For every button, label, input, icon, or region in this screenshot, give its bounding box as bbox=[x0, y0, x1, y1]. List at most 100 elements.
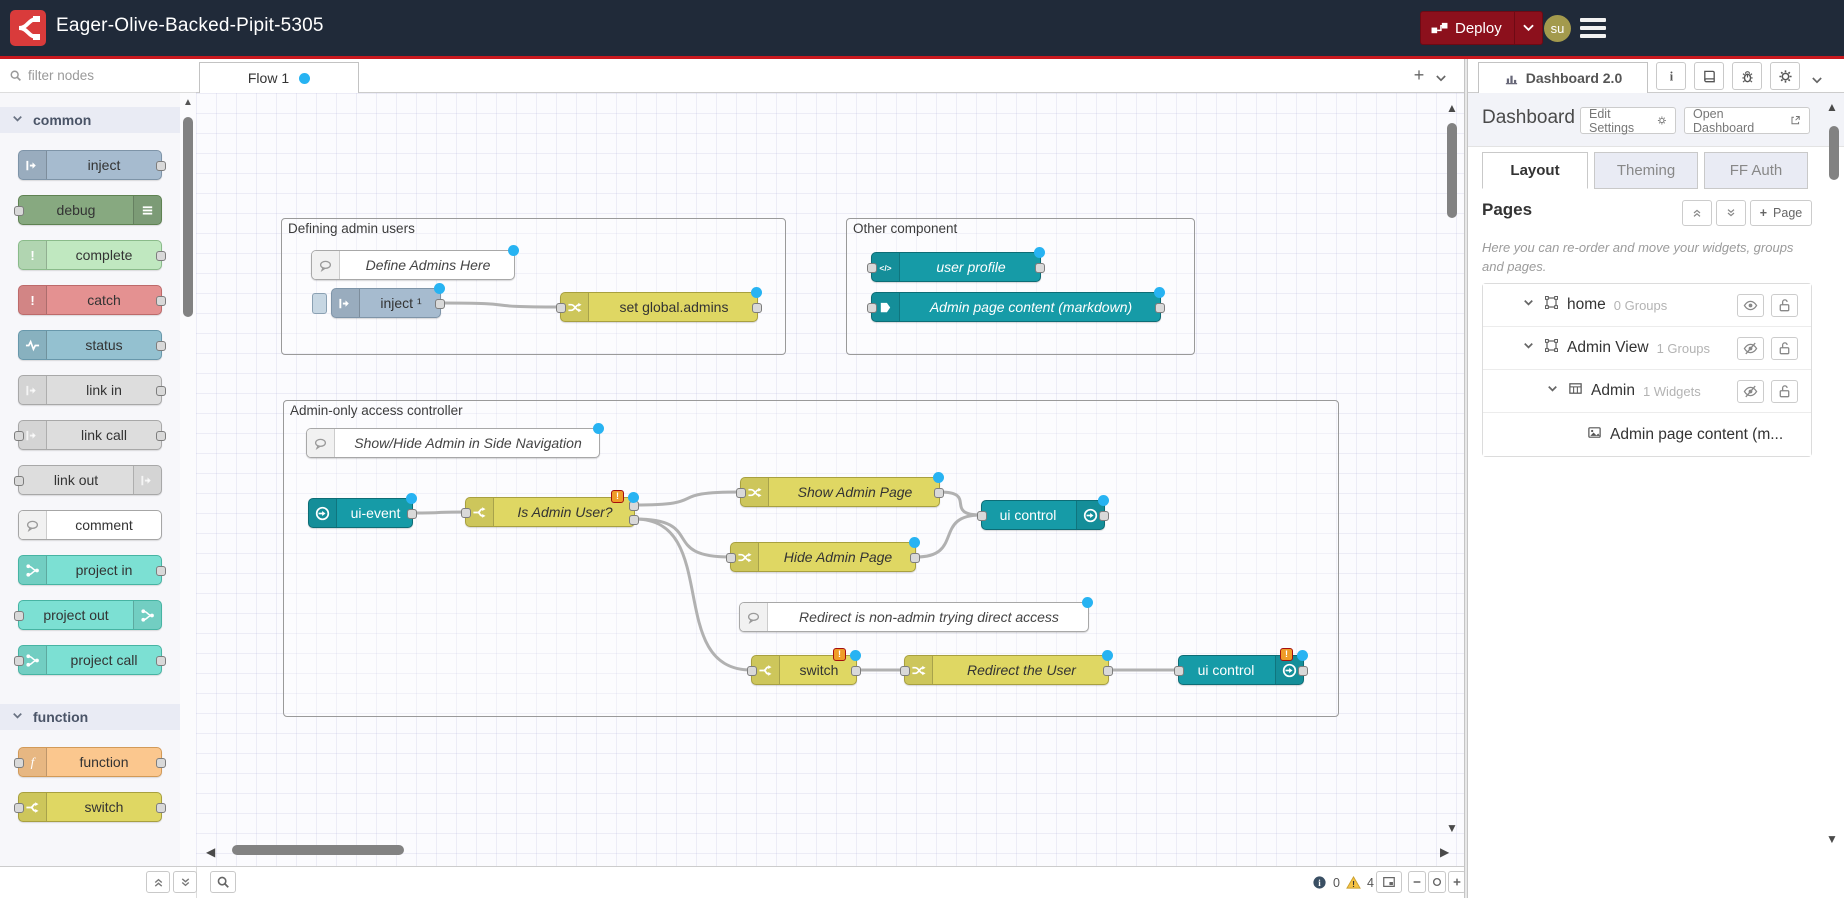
output-port[interactable] bbox=[435, 299, 445, 309]
input-port[interactable] bbox=[14, 611, 24, 621]
input-port[interactable] bbox=[556, 303, 566, 313]
sidebar-scroll-up-icon[interactable]: ▲ bbox=[1826, 100, 1838, 114]
inject-node[interactable]: inject ¹ bbox=[331, 288, 441, 318]
tree-row-home[interactable]: home0 Groups bbox=[1483, 284, 1811, 327]
redirect-the-user[interactable]: Redirect the User bbox=[904, 655, 1109, 685]
palette-node-catch[interactable]: !catch bbox=[18, 285, 162, 315]
output-port[interactable] bbox=[156, 296, 166, 306]
input-port[interactable] bbox=[14, 431, 24, 441]
main-menu-button[interactable] bbox=[1580, 18, 1606, 38]
canvas-scroll-right-icon[interactable]: ▶ bbox=[1440, 845, 1449, 859]
palette-node-debug[interactable]: debug bbox=[18, 195, 162, 225]
output-port[interactable] bbox=[752, 303, 762, 313]
output-port[interactable] bbox=[934, 488, 944, 498]
input-port[interactable] bbox=[461, 508, 471, 518]
input-port[interactable] bbox=[14, 803, 24, 813]
output-port[interactable] bbox=[156, 386, 166, 396]
output-port[interactable] bbox=[1035, 263, 1045, 273]
output-port[interactable] bbox=[156, 341, 166, 351]
user-profile[interactable]: </>user profile bbox=[871, 252, 1041, 282]
palette-node-complete[interactable]: !complete bbox=[18, 240, 162, 270]
ui-control-1[interactable]: ui control bbox=[981, 500, 1105, 530]
lock-toggle-button[interactable] bbox=[1771, 294, 1798, 317]
visibility-toggle-button[interactable] bbox=[1737, 337, 1764, 360]
zoom-out-button[interactable] bbox=[1408, 871, 1426, 893]
pages-collapse-all-button[interactable] bbox=[1682, 200, 1712, 226]
comment-show-hide[interactable]: Show/Hide Admin in Side Navigation bbox=[306, 428, 600, 458]
palette-search-input[interactable]: filter nodes bbox=[0, 59, 196, 93]
output-port[interactable] bbox=[1298, 666, 1308, 676]
input-port[interactable] bbox=[747, 666, 757, 676]
sid-config-tab[interactable] bbox=[1770, 62, 1800, 90]
input-port[interactable] bbox=[900, 666, 910, 676]
palette-node-project-out[interactable]: project out bbox=[18, 600, 162, 630]
chevron-down-icon[interactable] bbox=[1521, 338, 1536, 358]
output-port[interactable] bbox=[1099, 511, 1109, 521]
sid-info-tab[interactable]: i bbox=[1656, 62, 1686, 90]
palette-expand-all-button[interactable] bbox=[173, 871, 197, 893]
sid-help-tab[interactable] bbox=[1694, 62, 1724, 90]
output-port[interactable] bbox=[1103, 666, 1113, 676]
palette-node-project-in[interactable]: project in bbox=[18, 555, 162, 585]
ui-event[interactable]: ui-event bbox=[308, 498, 413, 528]
input-port[interactable] bbox=[14, 758, 24, 768]
output-port[interactable] bbox=[1155, 303, 1165, 313]
ui-control-2[interactable]: ui control! bbox=[1178, 655, 1304, 685]
visibility-toggle-button[interactable] bbox=[1737, 294, 1764, 317]
pages-expand-all-button[interactable] bbox=[1716, 200, 1746, 226]
group-defining-admin-users[interactable]: Defining admin users bbox=[281, 218, 786, 355]
tree-row-admin-view[interactable]: Admin View1 Groups bbox=[1483, 327, 1811, 370]
hide-admin-page[interactable]: Hide Admin Page bbox=[730, 542, 916, 572]
sidebar-scroll-down-icon[interactable]: ▼ bbox=[1826, 832, 1838, 846]
output-port-2[interactable] bbox=[629, 515, 639, 525]
canvas-scroll-up-icon[interactable]: ▲ bbox=[1446, 101, 1458, 115]
input-port[interactable] bbox=[14, 206, 24, 216]
sidebar-tabs-menu-button[interactable] bbox=[1812, 71, 1822, 89]
change-set-global-admins[interactable]: set global.admins bbox=[560, 292, 758, 322]
palette-scrollbar[interactable]: ▲ ▼ bbox=[180, 93, 196, 866]
deploy-button[interactable]: Deploy bbox=[1420, 11, 1543, 45]
canvas-search-button[interactable] bbox=[210, 871, 236, 893]
input-port[interactable] bbox=[736, 488, 746, 498]
tree-row-admin-page-content-m-[interactable]: Admin page content (m... bbox=[1483, 413, 1811, 456]
output-port[interactable] bbox=[156, 431, 166, 441]
canvas-hscrollbar-thumb[interactable] bbox=[232, 845, 404, 855]
tab-layout[interactable]: Layout bbox=[1482, 152, 1588, 189]
output-port[interactable] bbox=[156, 758, 166, 768]
lock-toggle-button[interactable] bbox=[1771, 380, 1798, 403]
palette-node-link-in[interactable]: link in bbox=[18, 375, 162, 405]
is-admin-user[interactable]: Is Admin User?! bbox=[465, 497, 635, 527]
notification-counts[interactable]: i 0 ! 4 bbox=[1312, 875, 1374, 890]
user-avatar[interactable]: su bbox=[1544, 15, 1571, 42]
flow-canvas[interactable]: ▲ ▼ ◀ ▶ Defining admin usersOther compon… bbox=[196, 93, 1464, 866]
output-port[interactable] bbox=[156, 566, 166, 576]
inject-trigger-button[interactable] bbox=[312, 293, 327, 314]
flow-list-button[interactable] bbox=[1436, 69, 1446, 87]
palette-node-project-call[interactable]: project call bbox=[18, 645, 162, 675]
switch-node[interactable]: switch! bbox=[751, 655, 857, 685]
palette-node-link-out[interactable]: link out bbox=[18, 465, 162, 495]
zoom-reset-button[interactable] bbox=[1428, 871, 1446, 893]
input-port[interactable] bbox=[1174, 666, 1184, 676]
output-port[interactable] bbox=[156, 251, 166, 261]
palette-scroll-up-icon[interactable]: ▲ bbox=[182, 97, 194, 108]
admin-page-content[interactable]: Admin page content (markdown) bbox=[871, 292, 1161, 322]
edit-settings-button[interactable]: Edit Settings bbox=[1580, 107, 1676, 134]
palette-collapse-all-button[interactable] bbox=[146, 871, 170, 893]
tab-flow-1[interactable]: Flow 1 bbox=[199, 62, 359, 93]
input-port[interactable] bbox=[726, 553, 736, 563]
output-port[interactable] bbox=[910, 553, 920, 563]
output-port[interactable] bbox=[156, 656, 166, 666]
show-admin-page[interactable]: Show Admin Page bbox=[740, 477, 940, 507]
group-other-component[interactable]: Other component bbox=[846, 218, 1195, 355]
visibility-toggle-button[interactable] bbox=[1737, 380, 1764, 403]
output-port[interactable] bbox=[156, 161, 166, 171]
chevron-down-icon[interactable] bbox=[1521, 295, 1536, 315]
output-port[interactable] bbox=[156, 803, 166, 813]
deploy-options-button[interactable] bbox=[1514, 12, 1542, 44]
navigator-button[interactable] bbox=[1376, 871, 1402, 893]
comment-define-admins[interactable]: Define Admins Here bbox=[311, 250, 515, 280]
tab-ff-auth[interactable]: FF Auth bbox=[1704, 152, 1808, 189]
palette-node-function[interactable]: ffunction bbox=[18, 747, 162, 777]
sid-debug-tab[interactable] bbox=[1732, 62, 1762, 90]
